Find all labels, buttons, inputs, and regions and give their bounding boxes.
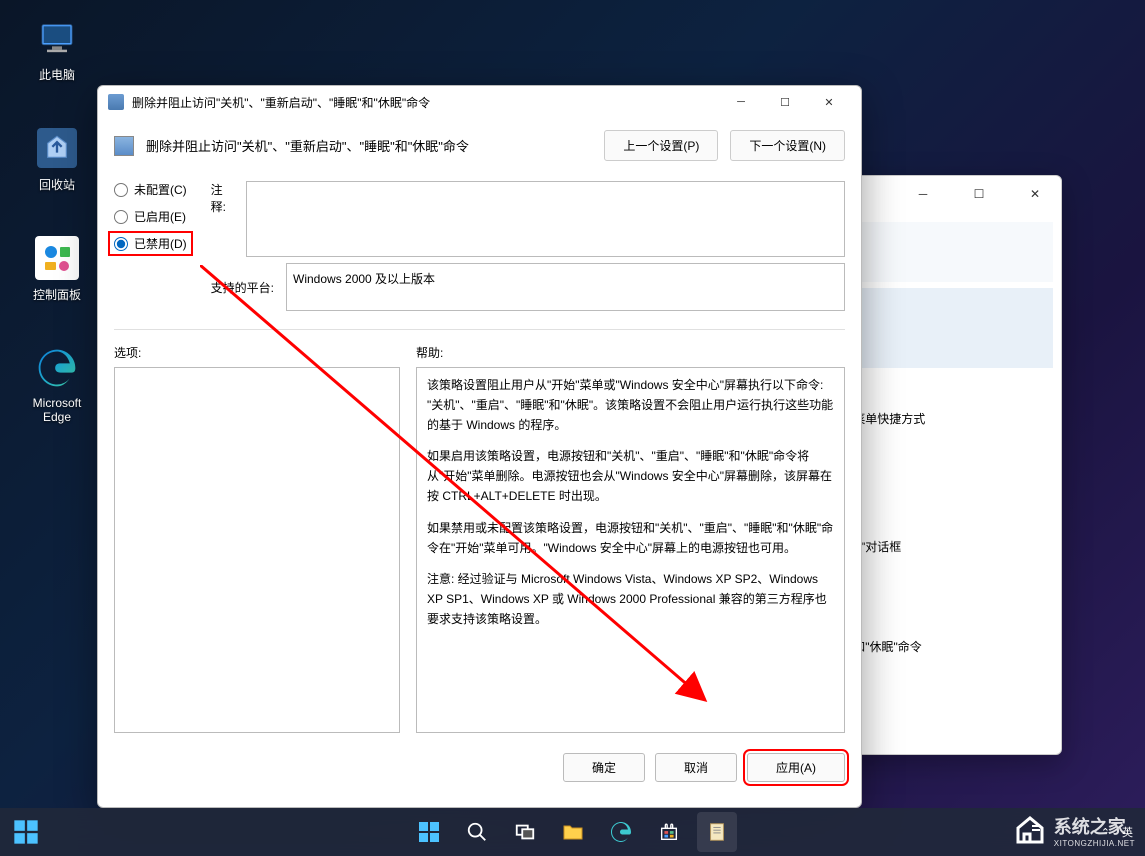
ok-button[interactable]: 确定 [563, 753, 645, 782]
dialog-icon [108, 94, 124, 110]
desktop-label: 控制面板 [22, 286, 92, 303]
radio-group: 未配置(C) 已启用(E) 已禁用(D) [114, 181, 187, 252]
radio-label: 已禁用(D) [134, 235, 187, 252]
desktop-icon-edge[interactable]: Microsoft Edge [22, 344, 92, 424]
header-title: 删除并阻止访问"关机"、"重新启动"、"睡眠"和"休眠"命令 [146, 136, 592, 155]
radio-disabled[interactable]: 已禁用(D) [108, 231, 193, 256]
bg-item[interactable]: 运行"对话框 [831, 430, 1053, 558]
desktop-icon-thispc[interactable]: 此电脑 [22, 14, 92, 83]
start-button[interactable] [409, 812, 449, 852]
maximize-button[interactable]: ☐ [763, 88, 807, 116]
comment-label: 注释: [211, 181, 237, 253]
help-label: 帮助: [416, 344, 845, 361]
desktop-label: 回收站 [22, 176, 92, 193]
radio-enabled[interactable]: 已启用(E) [114, 208, 187, 225]
close-button[interactable]: ✕ [1017, 176, 1053, 212]
header-icon [114, 136, 134, 156]
watermark-icon [1012, 812, 1048, 848]
radio-not-configured[interactable]: 未配置(C) [114, 181, 187, 198]
thispc-icon [33, 14, 81, 62]
options-box [114, 367, 400, 733]
minimize-button[interactable]: ─ [719, 88, 763, 116]
start-button-widget[interactable] [12, 818, 40, 846]
store-button[interactable] [649, 812, 689, 852]
maximize-button[interactable]: ☐ [961, 176, 997, 212]
bg-item[interactable]: 眠"和"休眠"命令 [831, 558, 1053, 658]
help-text: 该策略设置阻止用户从"开始"菜单或"Windows 安全中心"屏幕执行以下命令:… [427, 376, 834, 435]
platform-text: Windows 2000 及以上版本 [286, 263, 845, 311]
bg-item[interactable]: 始"菜单快捷方式 [831, 370, 1053, 430]
desktop-icon-recycle[interactable]: 回收站 [22, 124, 92, 193]
edge-button[interactable] [601, 812, 641, 852]
help-text: 如果禁用或未配置该策略设置，电源按钮和"关机"、"重启"、"睡眠"和"休眠"命令… [427, 519, 834, 559]
dialog-header: 删除并阻止访问"关机"、"重新启动"、"睡眠"和"休眠"命令 上一个设置(P) … [98, 118, 861, 177]
desktop-icon-control[interactable]: 控制面板 [22, 234, 92, 303]
explorer-button[interactable] [553, 812, 593, 852]
radio-input[interactable] [114, 237, 128, 251]
help-box: 该策略设置阻止用户从"开始"菜单或"Windows 安全中心"屏幕执行以下命令:… [416, 367, 845, 733]
radio-input[interactable] [114, 183, 128, 197]
taskbar: ⌃ 英 [0, 808, 1145, 856]
radio-label: 已启用(E) [134, 208, 186, 225]
comment-textarea[interactable] [246, 181, 845, 257]
edge-icon [33, 344, 81, 392]
desktop-label: 此电脑 [22, 66, 92, 83]
watermark-text: 系统之家 [1054, 813, 1135, 839]
radio-label: 未配置(C) [134, 181, 187, 198]
dialog-titlebar: 删除并阻止访问"关机"、"重新启动"、"睡眠"和"休眠"命令 ─ ☐ ✕ [98, 86, 861, 118]
help-text: 注意: 经过验证与 Microsoft Windows Vista、Window… [427, 570, 834, 629]
next-setting-button[interactable]: 下一个设置(N) [730, 130, 845, 161]
search-button[interactable] [457, 812, 497, 852]
recycle-icon [33, 124, 81, 172]
watermark-sub: XITONGZHIJIA.NET [1054, 839, 1135, 848]
help-text: 如果启用该策略设置，电源按钮和"关机"、"重启"、"睡眠"和"休眠"命令将从"开… [427, 447, 834, 506]
control-icon [33, 234, 81, 282]
platform-label: 支持的平台: [211, 279, 274, 296]
app-button-active[interactable] [697, 812, 737, 852]
dialog-footer: 确定 取消 应用(A) [98, 741, 861, 794]
options-label: 选项: [114, 344, 400, 361]
desktop-label: Microsoft Edge [22, 396, 92, 424]
policy-dialog: 删除并阻止访问"关机"、"重新启动"、"睡眠"和"休眠"命令 ─ ☐ ✕ 删除并… [97, 85, 862, 808]
watermark: 系统之家 XITONGZHIJIA.NET [1012, 812, 1135, 848]
close-button[interactable]: ✕ [807, 88, 851, 116]
radio-input[interactable] [114, 210, 128, 224]
prev-setting-button[interactable]: 上一个设置(P) [604, 130, 718, 161]
apply-button[interactable]: 应用(A) [747, 753, 845, 782]
taskview-button[interactable] [505, 812, 545, 852]
dialog-title: 删除并阻止访问"关机"、"重新启动"、"睡眠"和"休眠"命令 [132, 94, 719, 111]
minimize-button[interactable]: ─ [905, 176, 941, 212]
cancel-button[interactable]: 取消 [655, 753, 737, 782]
